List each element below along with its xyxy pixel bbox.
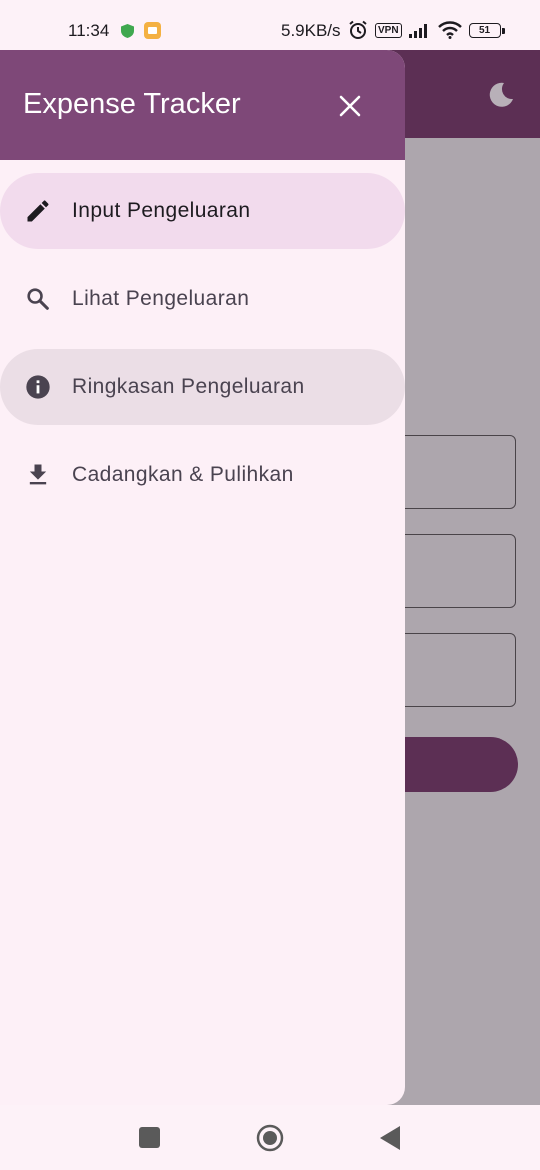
drawer-header: Expense Tracker: [0, 50, 405, 160]
info-icon: [24, 373, 52, 401]
close-drawer-button[interactable]: [330, 86, 370, 126]
home-button[interactable]: [256, 1124, 284, 1152]
message-app-icon: [144, 22, 161, 39]
pencil-icon: [24, 197, 52, 225]
drawer-item-input-pengeluaran[interactable]: Input Pengeluaran: [0, 173, 405, 249]
close-icon: [339, 95, 361, 117]
search-icon: [24, 285, 52, 313]
drawer-item-label: Ringkasan Pengeluaran: [72, 375, 305, 398]
drawer-item-label: Input Pengeluaran: [72, 199, 251, 222]
signal-icon: [408, 24, 427, 38]
navigation-drawer: Expense Tracker Input Pengeluaran Lihat …: [0, 50, 405, 1105]
alarm-icon: [349, 20, 367, 39]
status-time: 11:34: [68, 21, 110, 40]
recents-button[interactable]: [139, 1127, 160, 1148]
wifi-icon: [437, 21, 462, 39]
drawer-item-label: Lihat Pengeluaran: [72, 287, 250, 310]
moon-icon[interactable]: [486, 80, 516, 110]
drawer-item-label: Cadangkan & Pulihkan: [72, 463, 294, 486]
status-icons: VPN 51: [348, 20, 505, 40]
drawer-title: Expense Tracker: [23, 88, 241, 120]
network-speed: 5.9KB/s: [281, 21, 341, 40]
screen: 11:34 5.9KB/s VPN 51 Expense Tracker Inp…: [0, 0, 540, 1170]
drawer-item-cadangkan-pulihkan[interactable]: Cadangkan & Pulihkan: [0, 437, 405, 513]
status-bar: 11:34 5.9KB/s VPN 51: [0, 0, 540, 50]
download-icon: [24, 461, 52, 489]
battery-icon: 51: [468, 22, 505, 38]
system-navigation-bar: [0, 1105, 540, 1170]
vpn-badge: VPN: [375, 22, 402, 38]
back-button[interactable]: [378, 1125, 402, 1151]
drawer-item-ringkasan-pengeluaran[interactable]: Ringkasan Pengeluaran: [0, 349, 405, 425]
shield-icon: [121, 24, 134, 38]
drawer-item-lihat-pengeluaran[interactable]: Lihat Pengeluaran: [0, 261, 405, 337]
